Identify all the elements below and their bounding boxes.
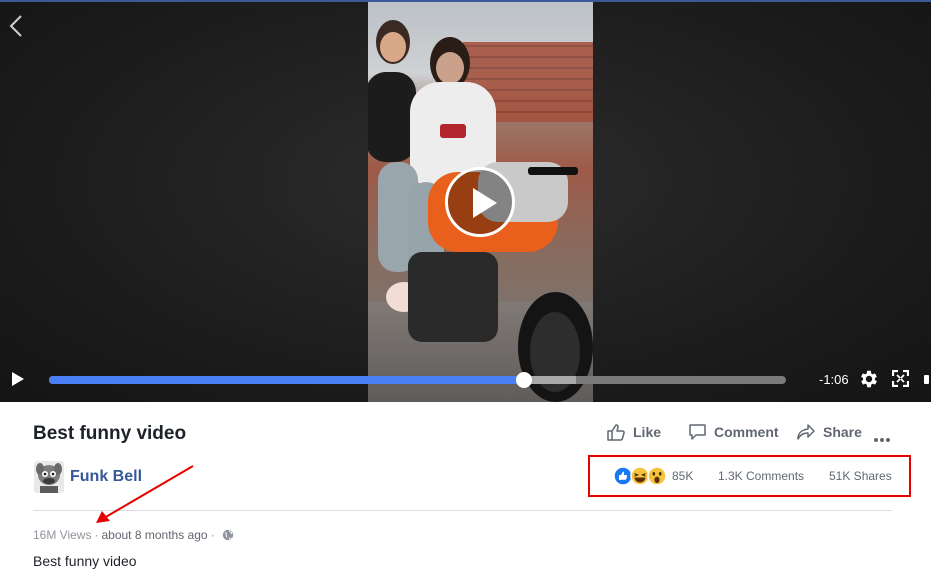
post-meta: 16M Views · about 8 months ago · [33, 528, 234, 542]
haha-icon [630, 466, 650, 486]
comment-icon [689, 424, 706, 440]
shares-count[interactable]: 51K Shares [829, 469, 892, 483]
share-button[interactable]: Share [796, 422, 862, 442]
like-icon [613, 466, 633, 486]
time-remaining: -1:06 [819, 372, 849, 387]
video-player[interactable]: -1:06 [0, 0, 931, 402]
share-arrow-icon [797, 424, 815, 440]
divider [33, 510, 892, 511]
play-icon [473, 188, 497, 218]
comments-count[interactable]: 1.3K Comments [718, 469, 804, 483]
thumbs-up-icon [607, 424, 625, 441]
progress-played [49, 376, 525, 384]
reactions-count[interactable]: 85K [672, 469, 693, 483]
video-title: Best funny video [33, 423, 187, 444]
like-label: Like [633, 424, 662, 440]
wow-icon [647, 466, 667, 486]
meta-separator: · [94, 528, 99, 542]
play-overlay-button[interactable] [445, 167, 515, 237]
more-options-icon[interactable] [874, 429, 892, 442]
globe-icon[interactable] [222, 529, 234, 541]
volume-icon[interactable] [924, 375, 929, 384]
progress-bar[interactable] [49, 372, 786, 388]
gear-icon[interactable] [858, 368, 880, 390]
back-arrow-icon[interactable] [6, 12, 26, 40]
reactions-summary[interactable] [613, 466, 669, 486]
page-avatar-image [34, 461, 64, 493]
avatar[interactable] [34, 461, 64, 493]
share-label: Share [823, 424, 862, 440]
views-count: 16M Views [33, 528, 92, 542]
meta-separator-2: · [210, 528, 215, 542]
post-description: Best funny video [33, 553, 137, 569]
player-controls: -1:06 [0, 362, 931, 398]
progress-scrubber-handle[interactable] [516, 372, 533, 388]
play-button[interactable] [12, 372, 24, 386]
comment-label: Comment [714, 424, 779, 440]
like-button[interactable]: Like [607, 422, 661, 442]
page-name-link[interactable]: Funk Bell [70, 468, 142, 486]
fullscreen-icon[interactable] [892, 370, 909, 387]
timestamp-link[interactable]: about 8 months ago [101, 528, 207, 542]
comment-button[interactable]: Comment [688, 422, 779, 442]
